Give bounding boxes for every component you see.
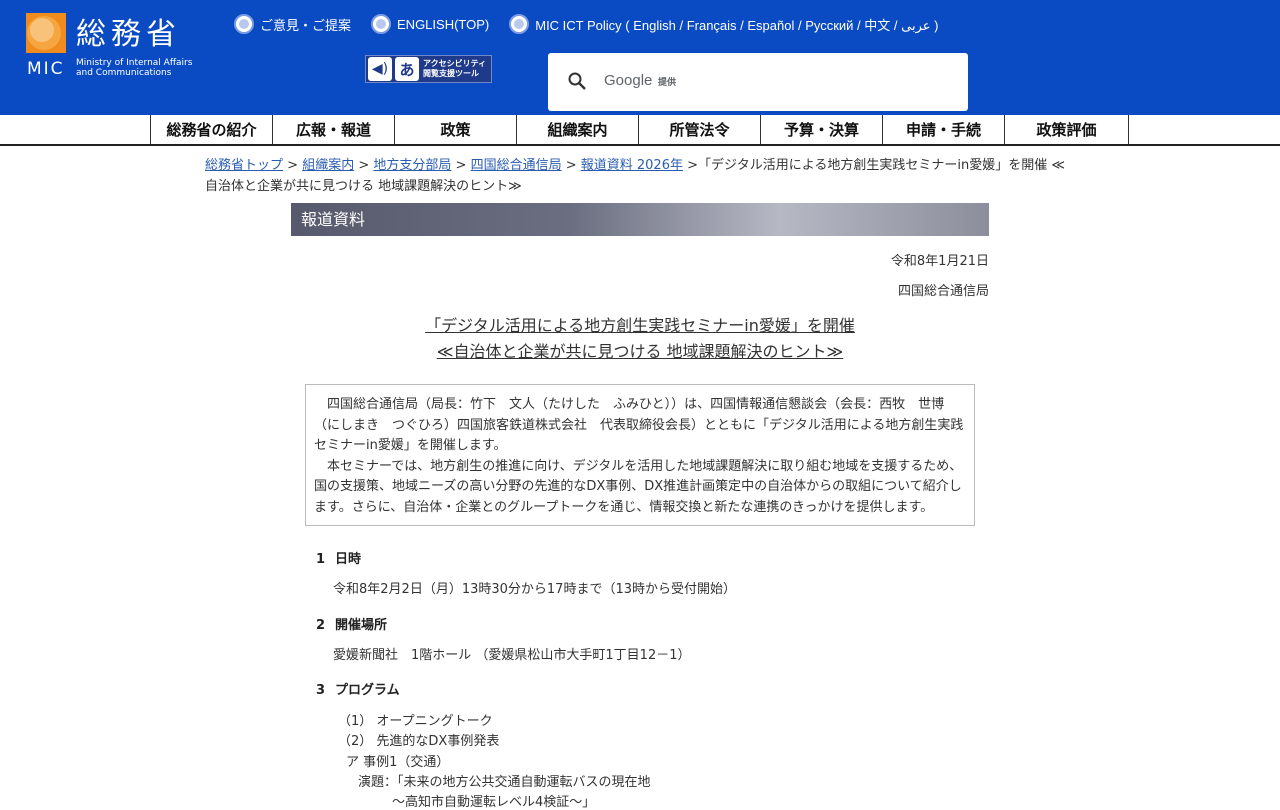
logo-sun-icon [26,13,66,53]
section-heading-datetime: 1 日時 [316,548,361,567]
bullet-circle-icon [234,14,254,34]
nav-item-laws[interactable]: 所管法令 [638,115,760,144]
nav-item-evaluation[interactable]: 政策評価 [1004,115,1129,144]
english-top-link[interactable]: ENGLISH(TOP) [371,14,489,34]
opinion-link[interactable]: ご意見・ご提案 [234,14,351,34]
nav-item-policy[interactable]: 政策 [394,115,516,144]
section-number: 2 [316,618,326,633]
logo-english: Ministry of Internal Affairs and Communi… [76,58,192,78]
page-title: 「デジタル活用による地方創生実践セミナーin愛媛」を開催 ≪自治体と企業が共に見… [291,313,989,365]
section-title: 開催場所 [335,618,388,633]
breadcrumb-link-top[interactable]: 総務省トップ [205,158,283,173]
site-search-input[interactable]: Google 提供 [548,53,968,111]
summary-paragraph-1: 四国総合通信局（局長：竹下 文人（たけした ふみひと））は、四国情報通信懇談会（… [314,397,964,453]
section-body-venue: 愛媛新聞社 1階ホール （愛媛県松山市大手町1丁目12－1） [333,648,691,663]
nav-item-about[interactable]: 総務省の紹介 [150,115,272,144]
english-top-link-label: ENGLISH(TOP) [397,16,490,32]
site-header: 総務省 MIC Ministry of Internal Affairs and… [0,0,1280,115]
program-item-dx-cases: （2） 先進的なDX事例発表 [338,734,500,749]
logo-english-line-2: and Communications [76,68,172,78]
breadcrumb-link-press-2026[interactable]: 報道資料 2026年 [581,158,683,173]
section-heading-program: 3 プログラム [316,679,400,698]
nav-item-press[interactable]: 広報・報道 [272,115,394,144]
logo-kanji: 総務省 [76,17,181,52]
search-provider-brand: Google [604,72,653,89]
section-number: 1 [316,552,326,567]
title-line-2: ≪自治体と企業が共に見つける 地域課題解決のヒント≫ [436,342,844,361]
program-item-opening: （1） オープニングトーク [338,714,493,729]
mic-logo[interactable]: 総務省 MIC Ministry of Internal Affairs and… [26,13,211,81]
summary-box: 四国総合通信局（局長：竹下 文人（たけした ふみひと））は、四国情報通信懇談会（… [305,384,975,526]
section-number: 3 [316,683,326,698]
program-talk-subtitle: ～高知市自動運転レベル4検証～」 [392,795,596,810]
nav-item-applications[interactable]: 申請・手続 [882,115,1004,144]
press-release-heading: 報道資料 [291,203,989,236]
accessibility-tool-label: アクセシビリティ 閲覧支援ツール [423,59,486,79]
bullet-circle-icon [509,14,530,34]
summary-paragraph-2: 本セミナーでは、地方創生の推進に向け、デジタルを活用した地域課題解決に取り組む地… [314,458,963,515]
logo-mic: MIC [27,59,65,79]
ict-policy-link-label: MIC ICT Policy ( English / Français / Es… [535,17,939,33]
search-icon[interactable] [568,72,586,90]
program-talk-title: 演題：「未来の地方公共交通自動運転バスの現在地 [358,775,651,790]
release-date: 令和8年1月21日 [890,254,989,269]
global-nav: 総務省の紹介 広報・報道 政策 組織案内 所管法令 予算・決算 申請・手続 政策… [0,115,1280,146]
section-title: プログラム [335,683,400,698]
section-heading-venue: 2 開催場所 [316,614,387,633]
breadcrumb-link-organization[interactable]: 組織案内 [302,158,354,173]
logo-english-line-1: Ministry of Internal Affairs [76,58,193,68]
section-title: 日時 [335,552,362,567]
breadcrumb: 総務省トップ > 組織案内 > 地方支分部局 > 四国総合通信局 > 報道資料 … [205,158,1065,194]
header-links: ご意見・ご提案 ENGLISH(TOP) MIC ICT Policy ( En… [234,13,958,35]
search-provider-sub: 提供 [658,78,677,88]
accessibility-label-line-1: アクセシビリティ [423,59,487,68]
accessibility-tool-button[interactable]: ◀) あ アクセシビリティ 閲覧支援ツール [365,55,492,83]
program-subitem-case1: ア 事例1（交通） [346,755,450,770]
accessibility-label-line-2: 閲覧支援ツール [423,69,479,78]
breadcrumb-link-shikoku-bureau[interactable]: 四国総合通信局 [471,158,562,173]
breadcrumb-link-regional-bureaus[interactable]: 地方支分部局 [373,158,451,173]
nav-item-budget[interactable]: 予算・決算 [760,115,882,144]
nav-item-organization[interactable]: 組織案内 [516,115,638,144]
title-line-1: 「デジタル活用による地方創生実践セミナーin愛媛」を開催 [425,316,855,335]
ict-policy-link[interactable]: MIC ICT Policy ( English / Français / Es… [509,14,938,34]
section-body-datetime: 令和8年2月2日（月）13時30分から17時まで（13時から受付開始） [333,582,736,597]
speaker-icon: ◀) [368,57,392,81]
hiragana-a-icon: あ [395,57,419,81]
bullet-circle-icon [371,14,392,34]
opinion-link-label: ご意見・ご提案 [260,17,352,33]
issuer: 四国総合通信局 [897,284,989,299]
